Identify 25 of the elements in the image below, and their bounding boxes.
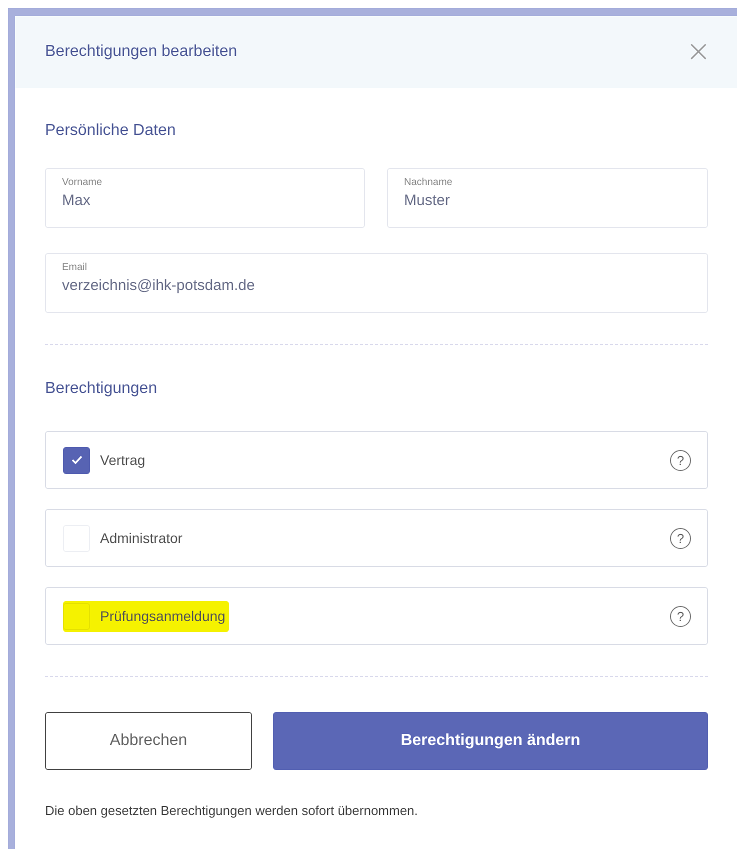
- submit-button[interactable]: Berechtigungen ändern: [273, 712, 708, 770]
- input-field[interactable]: Vorname Max: [45, 168, 365, 228]
- close-button[interactable]: ×: [682, 37, 715, 67]
- field-label: Nachname: [404, 176, 454, 189]
- permission-label: Vertrag: [100, 451, 146, 470]
- dialog-title: Berechtigungen bearbeiten: [45, 43, 238, 61]
- checkbox[interactable]: [63, 602, 90, 630]
- checkbox[interactable]: [63, 446, 90, 474]
- text-input[interactable]: Max: [62, 191, 348, 211]
- check-icon: [70, 455, 82, 465]
- help-icon[interactable]: ?: [670, 450, 691, 470]
- permission-label: Prüfungsanmeldung: [100, 607, 226, 626]
- help-icon[interactable]: ?: [670, 528, 691, 548]
- input-field[interactable]: Nachname Muster: [387, 168, 708, 228]
- section-heading: Berechtigungen: [45, 380, 158, 398]
- help-icon[interactable]: ?: [670, 606, 691, 626]
- field-label: Vorname: [62, 176, 104, 189]
- permission-label: Administrator: [100, 529, 184, 548]
- section-heading: Persönliche Daten: [45, 122, 177, 140]
- text-input[interactable]: Muster: [404, 191, 691, 211]
- info-text: Die oben gesetzten Berechtigungen werden sofort übernommen.: [45, 803, 419, 818]
- field-label: Email: [62, 261, 88, 274]
- input-field[interactable]: Email verzeichnis@ihk-potsdam.de: [45, 253, 708, 313]
- text-input[interactable]: verzeichnis@ihk-potsdam.de: [62, 276, 691, 296]
- cancel-button[interactable]: Abbrechen: [45, 712, 252, 770]
